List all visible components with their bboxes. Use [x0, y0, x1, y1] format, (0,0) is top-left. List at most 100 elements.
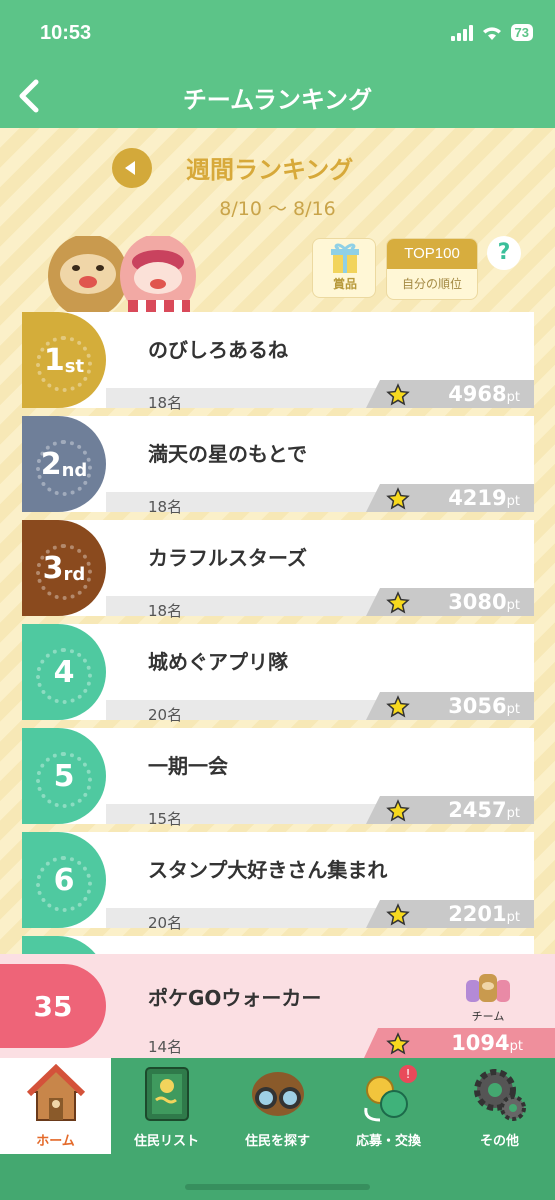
- my-points-value: 1094: [451, 1031, 510, 1055]
- member-count: 18名: [148, 394, 183, 412]
- team-points: 4968pt: [448, 380, 520, 408]
- rank-badge: 6: [22, 832, 106, 928]
- member-count: 20名: [148, 914, 183, 932]
- rank-badge: 1st: [22, 312, 106, 408]
- nav-find-resident[interactable]: 住民を探す: [222, 1058, 333, 1154]
- help-button[interactable]: ?: [487, 236, 521, 270]
- team-name: カラフルスターズ: [148, 546, 307, 570]
- ranking-row[interactable]: 5 一期一会 15名 2457pt: [22, 728, 534, 828]
- star-icon: [386, 695, 410, 718]
- rank-number: 2: [40, 446, 62, 482]
- ranking-row[interactable]: 6 スタンプ大好きさん集まれ 20名 2201pt: [22, 832, 534, 932]
- status-time: 10:53: [40, 22, 92, 44]
- points-unit: pt: [506, 806, 520, 821]
- rank-suffix: nd: [61, 459, 88, 481]
- points-value: 4219: [448, 486, 507, 510]
- mascot-illustration: [48, 236, 196, 316]
- nav-apply-exchange[interactable]: ! 応募・交換: [333, 1058, 444, 1154]
- status-icons: 73: [450, 24, 533, 41]
- star-icon: [386, 1032, 410, 1055]
- points-unit: pt: [506, 598, 520, 613]
- exchange-icon: !: [364, 1065, 417, 1122]
- team-points: 3080pt: [448, 588, 520, 616]
- star-icon: [386, 487, 410, 510]
- my-team-points: 1094pt: [451, 1028, 523, 1062]
- team-points: 2201pt: [448, 900, 520, 928]
- team-name: スタンプ大好きさん集まれ: [148, 858, 388, 882]
- rank-number: 3: [42, 550, 64, 586]
- nav-label: 住民を探す: [244, 1134, 310, 1149]
- home-icon: [27, 1064, 85, 1121]
- star-icon: [386, 903, 410, 926]
- battery-icon: 73: [510, 24, 533, 41]
- week-range: 8/10 〜 8/16: [219, 198, 336, 220]
- rank-number: 1: [43, 342, 65, 378]
- team-name: 一期一会: [148, 754, 228, 778]
- team-points: 4219pt: [448, 484, 520, 512]
- rank-number: 5: [53, 758, 75, 794]
- previous-week-button[interactable]: [112, 148, 152, 188]
- my-rank-badge: 35: [0, 964, 106, 1048]
- points-unit: pt: [506, 702, 520, 717]
- team-name: のびしろあるね: [148, 338, 288, 362]
- prize-button[interactable]: 賞品: [312, 238, 376, 298]
- ranking-row[interactable]: 4 城めぐアプリ隊 20名 3056pt: [22, 624, 534, 724]
- binoculars-icon: [252, 1072, 304, 1116]
- points-value: 2457: [448, 798, 507, 822]
- member-count: 20名: [148, 706, 183, 724]
- nav-other[interactable]: その他: [444, 1058, 555, 1154]
- rank-badge: 2nd: [22, 416, 106, 512]
- header-bar: 10:53 73 チームランキング: [0, 0, 555, 128]
- nav-home[interactable]: ホーム: [0, 1058, 111, 1154]
- week-title: 週間ランキング: [186, 156, 354, 184]
- team-name: 城めぐアプリ隊: [148, 650, 288, 674]
- top100-button[interactable]: TOP100 自分の順位: [386, 238, 478, 300]
- rank-suffix: st: [64, 355, 85, 377]
- svg-text:!: !: [406, 1067, 411, 1081]
- my-rank-number: 35: [33, 989, 73, 1023]
- page-title: チームランキング: [182, 86, 373, 114]
- points-unit: pt: [506, 494, 520, 509]
- my-rank-label: 自分の順位: [401, 277, 462, 291]
- points-value: 2201: [448, 902, 507, 926]
- ranking-row[interactable]: 2nd 満天の星のもとで 18名 4219pt: [22, 416, 534, 516]
- nav-label: その他: [479, 1134, 519, 1149]
- nav-label: 住民リスト: [133, 1134, 199, 1149]
- rank-number: 6: [53, 862, 75, 898]
- signal-icon: [450, 24, 473, 41]
- gear-icon: [474, 1069, 526, 1121]
- home-indicator[interactable]: [185, 1184, 370, 1190]
- ranking-list[interactable]: 1st のびしろあるね 18名 4968pt 2nd 満天の星のもとで 18名 …: [22, 312, 534, 962]
- points-value: 4968: [448, 382, 507, 406]
- member-count: 18名: [148, 498, 183, 516]
- points-value: 3080: [448, 590, 507, 614]
- team-points: 2457pt: [448, 796, 520, 824]
- team-name: 満天の星のもとで: [148, 442, 307, 466]
- my-member-count: 14名: [148, 1038, 183, 1056]
- points-value: 3056: [448, 694, 507, 718]
- prize-label: 賞品: [332, 277, 357, 291]
- points-unit: pt: [506, 910, 520, 925]
- nav-label: 応募・交換: [355, 1134, 421, 1149]
- my-points-unit: pt: [509, 1039, 523, 1054]
- my-team-name: ポケGOウォーカー: [148, 986, 322, 1010]
- member-count: 18名: [148, 602, 183, 620]
- gift-icon: [331, 243, 359, 273]
- bottom-nav: ホーム 住民リスト 住民を探す ! 応募・交換 その他: [0, 1058, 555, 1200]
- team-icon: [466, 974, 510, 1002]
- points-unit: pt: [506, 390, 520, 405]
- member-count: 15名: [148, 810, 183, 828]
- top100-label: TOP100: [387, 239, 477, 269]
- team-button[interactable]: チーム: [460, 972, 516, 1024]
- nav-label: ホーム: [36, 1134, 75, 1149]
- star-icon: [386, 799, 410, 822]
- star-icon: [386, 591, 410, 614]
- nav-resident-list[interactable]: 住民リスト: [111, 1058, 222, 1154]
- ranking-row[interactable]: 3rd カラフルスターズ 18名 3080pt: [22, 520, 534, 620]
- team-points: 3056pt: [448, 692, 520, 720]
- ranking-row[interactable]: 1st のびしろあるね 18名 4968pt: [22, 312, 534, 412]
- star-icon: [386, 383, 410, 406]
- rank-suffix: rd: [63, 563, 86, 585]
- rank-badge: 3rd: [22, 520, 106, 616]
- team-button-label: チーム: [471, 1010, 505, 1023]
